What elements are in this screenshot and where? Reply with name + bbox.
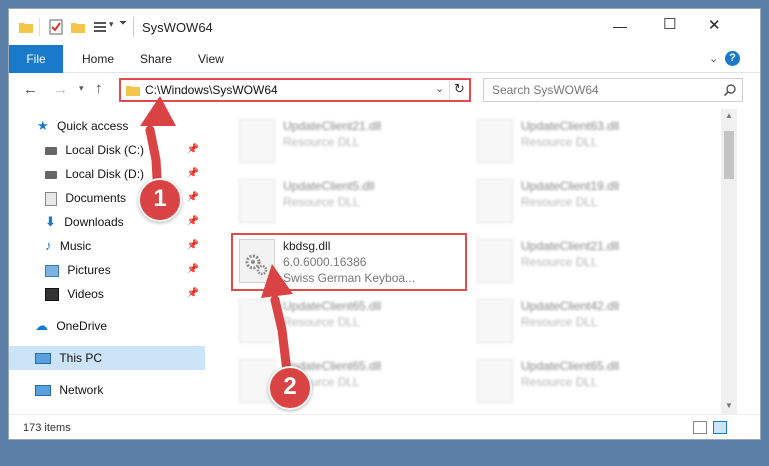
step-badge-2: 2 xyxy=(268,366,312,410)
step-badge-1: 1 xyxy=(138,178,182,222)
annotation-overlay xyxy=(140,96,293,385)
